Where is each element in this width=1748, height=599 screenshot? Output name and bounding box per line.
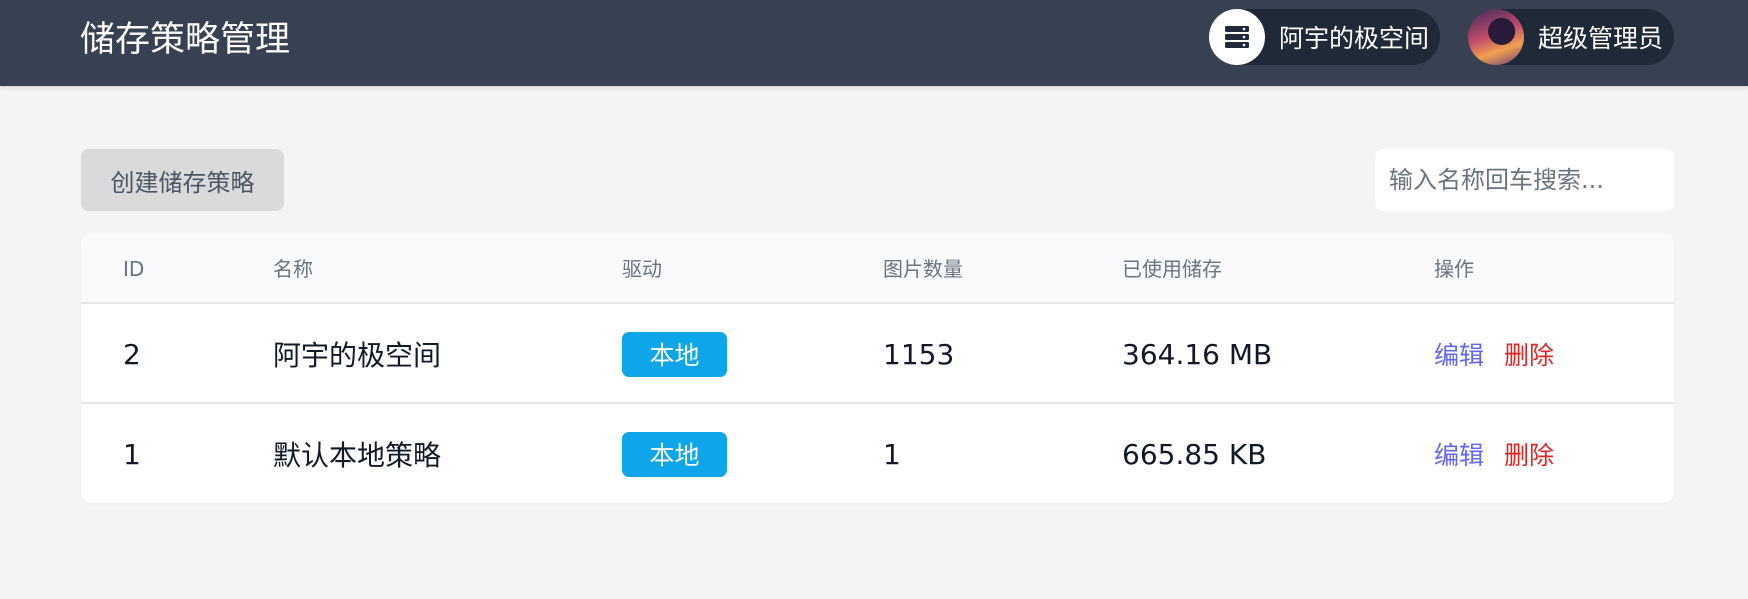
cell-driver: 本地	[622, 404, 727, 503]
driver-badge: 本地	[622, 431, 727, 477]
edit-link[interactable]: 编辑	[1434, 436, 1484, 472]
page-title: 储存策略管理	[80, 20, 291, 60]
edit-link[interactable]: 编辑	[1434, 336, 1484, 372]
create-policy-button[interactable]: 创建储存策略	[81, 149, 284, 211]
column-header-actions: 操作	[1434, 257, 1474, 281]
user-name: 超级管理员	[1538, 24, 1664, 53]
cell-id: 1	[123, 437, 141, 471]
cell-used: 364.16 MB	[1122, 337, 1273, 371]
cell-count: 1	[883, 437, 901, 471]
column-header-name: 名称	[273, 257, 313, 281]
table-row: 1 默认本地策略 本地 1 665.85 KB 编辑 删除	[81, 404, 1674, 503]
delete-link[interactable]: 删除	[1504, 336, 1554, 372]
server-icon	[1209, 9, 1265, 65]
cell-driver: 本地	[622, 304, 727, 404]
column-header-used: 已使用储存	[1122, 257, 1222, 281]
cell-used: 665.85 KB	[1122, 437, 1267, 471]
cell-actions: 编辑 删除	[1434, 304, 1554, 404]
avatar	[1468, 9, 1524, 65]
cell-name: 默认本地策略	[273, 439, 442, 472]
table-row: 2 阿宇的极空间 本地 1153 364.16 MB 编辑 删除	[81, 304, 1674, 404]
top-bar: 储存策略管理 阿宇的极空间 超级管理员	[0, 0, 1748, 86]
storage-switcher[interactable]: 阿宇的极空间	[1209, 9, 1440, 65]
cell-actions: 编辑 删除	[1434, 404, 1554, 503]
policy-table: ID 名称 驱动 图片数量 已使用储存 操作 2 阿宇的极空间 本地 1153 …	[81, 233, 1674, 503]
column-header-count: 图片数量	[883, 257, 963, 281]
cell-count: 1153	[883, 337, 955, 371]
delete-link[interactable]: 删除	[1504, 436, 1554, 472]
table-header: ID 名称 驱动 图片数量 已使用储存 操作	[81, 233, 1674, 304]
column-header-id: ID	[123, 257, 145, 281]
user-menu[interactable]: 超级管理员	[1468, 9, 1674, 65]
column-header-driver: 驱动	[622, 257, 662, 281]
cell-id: 2	[123, 337, 141, 371]
cell-name: 阿宇的极空间	[273, 339, 442, 372]
search-input[interactable]	[1375, 149, 1674, 211]
storage-name: 阿宇的极空间	[1279, 24, 1430, 53]
driver-badge: 本地	[622, 331, 727, 377]
